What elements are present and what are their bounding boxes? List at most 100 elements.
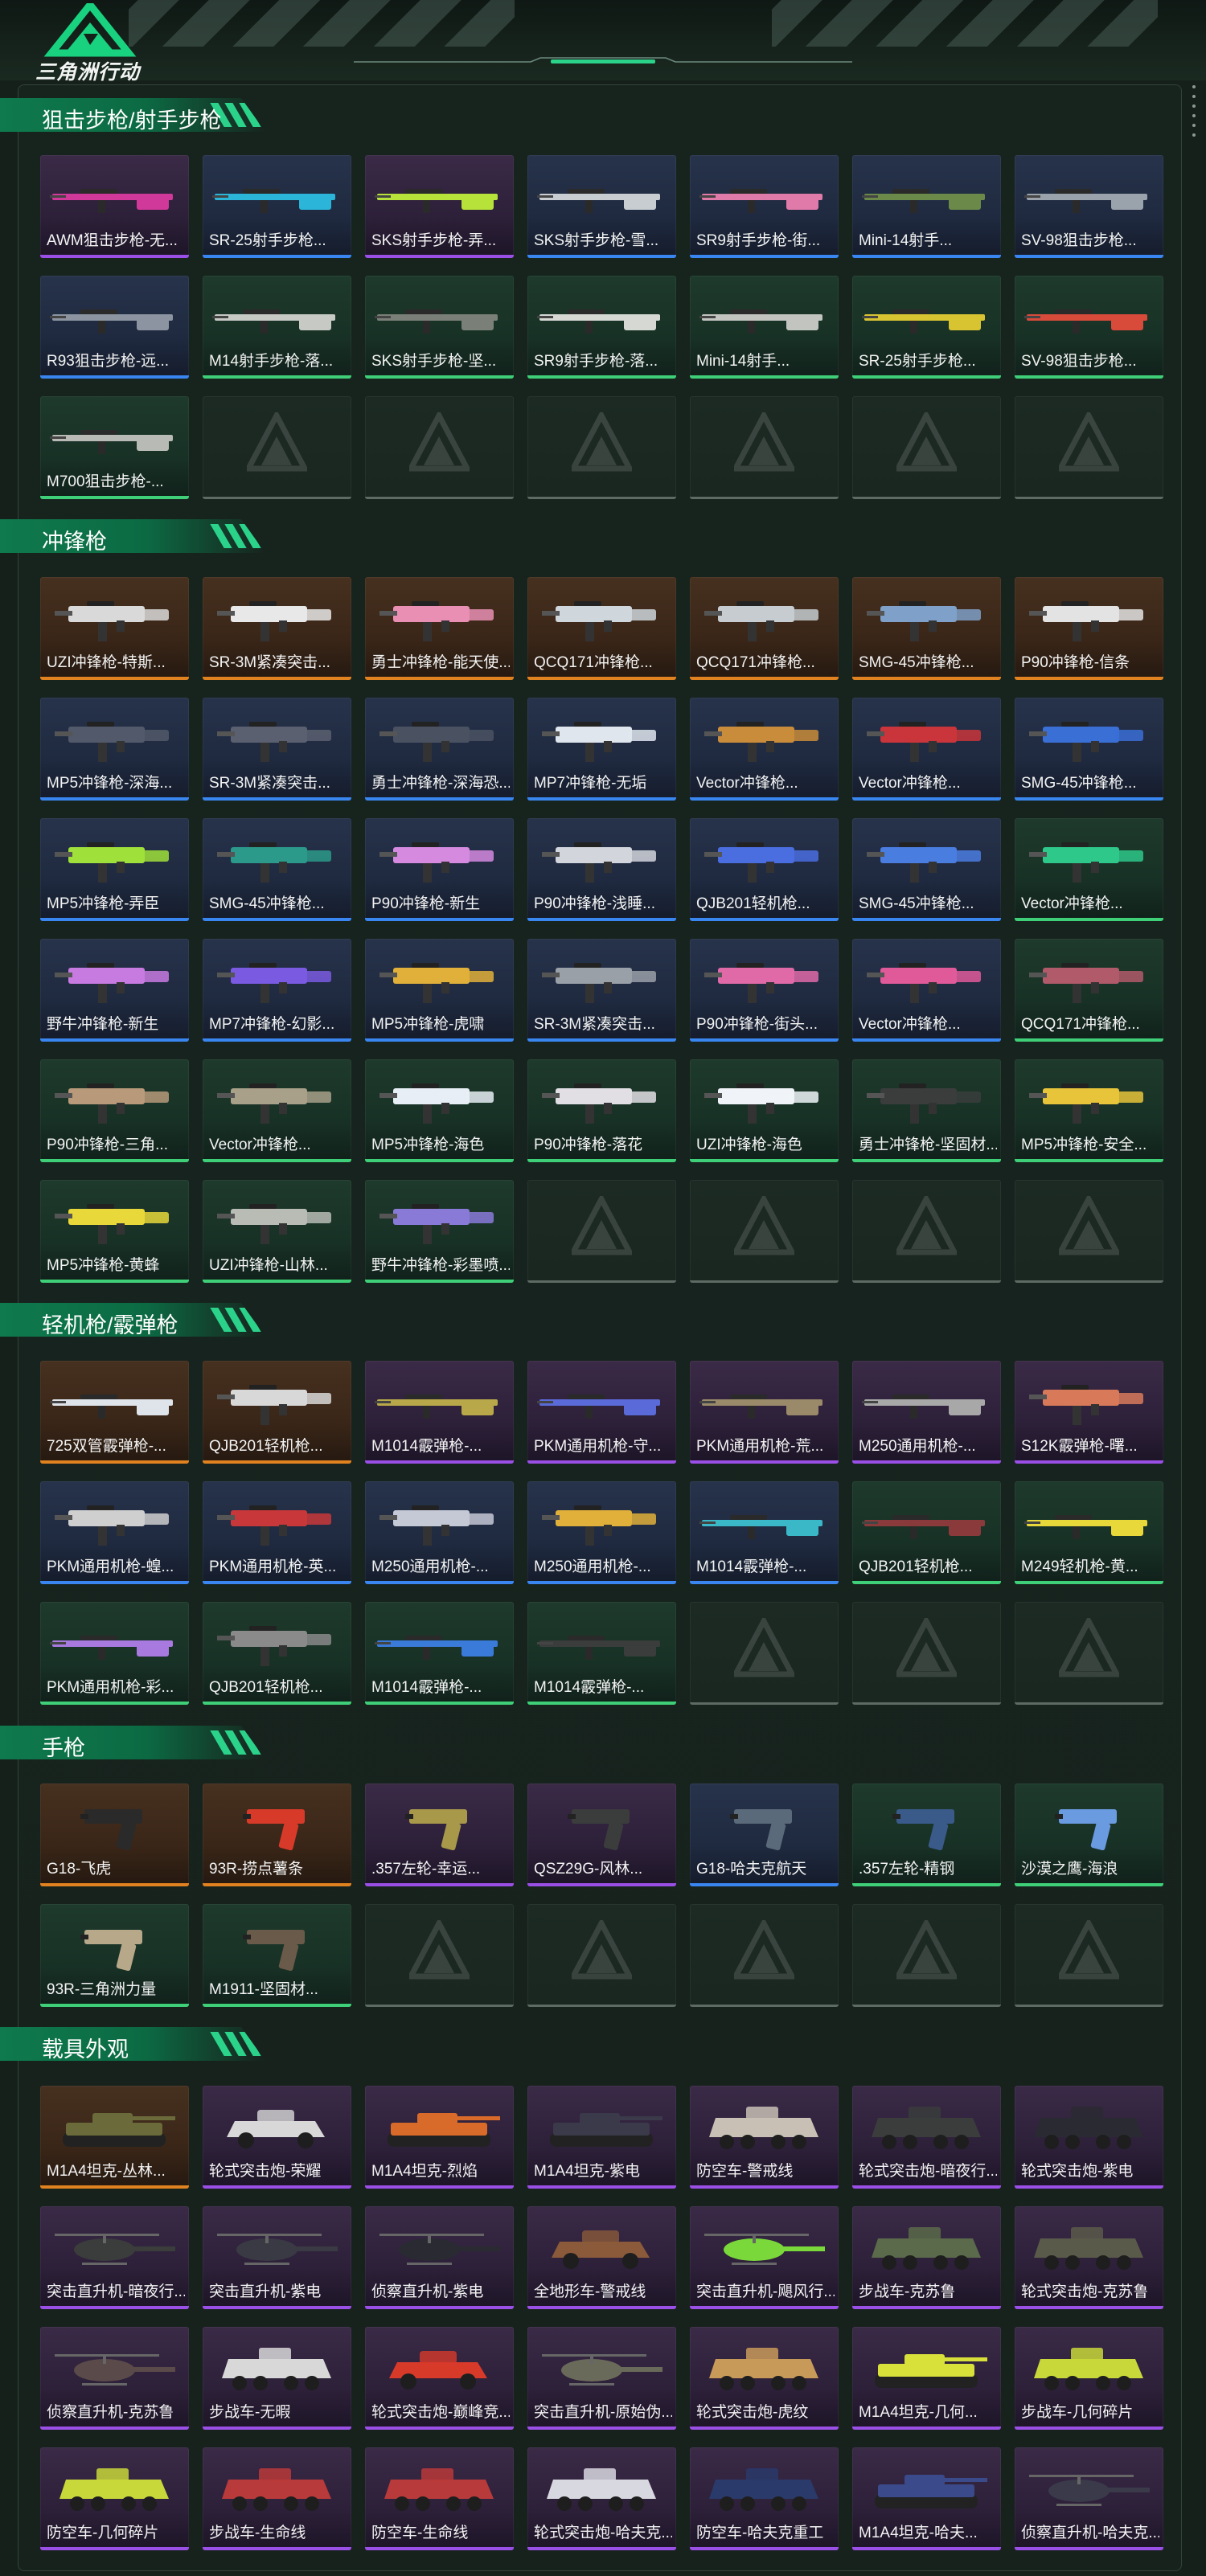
skin-card[interactable]: 轮式突击炮-紫电 bbox=[1015, 2086, 1163, 2189]
skin-card[interactable]: 全地形车-警戒线 bbox=[527, 2206, 676, 2309]
skin-card[interactable]: M1014霰弹枪-... bbox=[527, 1602, 676, 1705]
skin-card[interactable]: M1A4坦克-紫电 bbox=[527, 2086, 676, 2189]
skin-card[interactable]: 沙漠之鹰-海浪 bbox=[1015, 1784, 1163, 1886]
skin-card[interactable]: 轮式突击炮-暗夜行... bbox=[852, 2086, 1001, 2189]
skin-card[interactable]: 侦察直升机-哈夫克... bbox=[1015, 2447, 1163, 2550]
skin-card[interactable]: M1014霰弹枪-... bbox=[365, 1602, 514, 1705]
skin-card[interactable]: UZI冲锋枪-山林... bbox=[203, 1180, 351, 1283]
skin-card[interactable]: G18-哈夫克航天 bbox=[690, 1784, 839, 1886]
skin-card[interactable]: MP7冲锋枪-幻影... bbox=[203, 939, 351, 1042]
skin-card[interactable]: M1A4坦克-丛林... bbox=[40, 2086, 189, 2189]
skin-card[interactable]: QSZ29G-风林... bbox=[527, 1784, 676, 1886]
skin-card[interactable]: P90冲锋枪-浅睡... bbox=[527, 818, 676, 921]
scrollbar[interactable] bbox=[1190, 80, 1198, 153]
skin-card[interactable]: MP5冲锋枪-虎啸 bbox=[365, 939, 514, 1042]
skin-card[interactable]: M1A4坦克-烈焰 bbox=[365, 2086, 514, 2189]
skin-card[interactable]: UZI冲锋枪-海色 bbox=[690, 1059, 839, 1162]
skin-card[interactable]: SR-3M紧凑突击... bbox=[203, 577, 351, 680]
skin-card[interactable]: 突击直升机-飓风行... bbox=[690, 2206, 839, 2309]
skin-card[interactable]: 步战车-几何碎片 bbox=[1015, 2327, 1163, 2430]
skin-card[interactable]: PKM通用机枪-英... bbox=[203, 1481, 351, 1584]
skin-card[interactable]: 步战车-无暇 bbox=[203, 2327, 351, 2430]
skin-card[interactable]: 野牛冲锋枪-彩墨喷... bbox=[365, 1180, 514, 1283]
skin-card[interactable]: M249轻机枪-黄... bbox=[1015, 1481, 1163, 1584]
skin-card[interactable]: 93R-三角洲力量 bbox=[40, 1904, 189, 2007]
skin-card[interactable]: 侦察直升机-紫电 bbox=[365, 2206, 514, 2309]
skin-card[interactable]: M1014霰弹枪-... bbox=[365, 1361, 514, 1464]
skin-card[interactable]: MP5冲锋枪-深海... bbox=[40, 698, 189, 801]
skin-card[interactable]: SMG-45冲锋枪... bbox=[852, 577, 1001, 680]
skin-card[interactable]: 步战车-克苏鲁 bbox=[852, 2206, 1001, 2309]
skin-card[interactable]: P90冲锋枪-街头... bbox=[690, 939, 839, 1042]
skin-card[interactable]: 突击直升机-暗夜行... bbox=[40, 2206, 189, 2309]
skin-card[interactable]: SV-98狙击步枪... bbox=[1015, 276, 1163, 379]
skin-card[interactable]: 防空车-哈夫克重工 bbox=[690, 2447, 839, 2550]
skin-card[interactable]: QJB201轻机枪... bbox=[690, 818, 839, 921]
skin-card[interactable]: 轮式突击炮-虎纹 bbox=[690, 2327, 839, 2430]
skin-card[interactable]: QCQ171冲锋枪... bbox=[1015, 939, 1163, 1042]
skin-card[interactable]: 轮式突击炮-克苏鲁 bbox=[1015, 2206, 1163, 2309]
skin-card[interactable]: M1A4坦克-几何... bbox=[852, 2327, 1001, 2430]
skin-card[interactable]: Vector冲锋枪... bbox=[852, 939, 1001, 1042]
skin-card[interactable]: SMG-45冲锋枪... bbox=[1015, 698, 1163, 801]
skin-card[interactable]: PKM通用机枪-彩... bbox=[40, 1602, 189, 1705]
skin-card[interactable]: MP5冲锋枪-黄蜂 bbox=[40, 1180, 189, 1283]
skin-card[interactable]: PKM通用机枪-蝗... bbox=[40, 1481, 189, 1584]
skin-card[interactable]: Mini-14射手... bbox=[852, 155, 1001, 258]
skin-card[interactable]: MP5冲锋枪-安全... bbox=[1015, 1059, 1163, 1162]
skin-card[interactable]: SR9射手步枪-街... bbox=[690, 155, 839, 258]
skin-card[interactable]: M250通用机枪-... bbox=[365, 1481, 514, 1584]
skin-card[interactable]: SR-25射手步枪... bbox=[852, 276, 1001, 379]
skin-card[interactable]: M250通用机枪-... bbox=[527, 1481, 676, 1584]
skin-card[interactable]: SV-98狙击步枪... bbox=[1015, 155, 1163, 258]
skin-card[interactable]: 轮式突击炮-哈夫克... bbox=[527, 2447, 676, 2550]
skin-card[interactable]: QJB201轻机枪... bbox=[852, 1481, 1001, 1584]
skin-card[interactable]: 725双管霰弹枪-... bbox=[40, 1361, 189, 1464]
skin-card[interactable]: 突击直升机-原始伪... bbox=[527, 2327, 676, 2430]
skin-card[interactable]: P90冲锋枪-信条 bbox=[1015, 577, 1163, 680]
skin-card[interactable]: Vector冲锋枪... bbox=[690, 698, 839, 801]
skin-card[interactable]: SKS射手步枪-坚... bbox=[365, 276, 514, 379]
skin-card[interactable]: SR-3M紧凑突击... bbox=[527, 939, 676, 1042]
skin-card[interactable]: P90冲锋枪-落花 bbox=[527, 1059, 676, 1162]
skin-card[interactable]: SKS射手步枪-雪... bbox=[527, 155, 676, 258]
skin-card[interactable]: 勇士冲锋枪-深海恐... bbox=[365, 698, 514, 801]
skin-card[interactable]: .357左轮-精钢 bbox=[852, 1784, 1001, 1886]
skin-card[interactable]: M1014霰弹枪-... bbox=[690, 1481, 839, 1584]
skin-card[interactable]: Vector冲锋枪... bbox=[1015, 818, 1163, 921]
skin-card[interactable]: 防空车-几何碎片 bbox=[40, 2447, 189, 2550]
skin-card[interactable]: G18-飞虎 bbox=[40, 1784, 189, 1886]
skin-card[interactable]: QCQ171冲锋枪... bbox=[690, 577, 839, 680]
skin-card[interactable]: 防空车-生命线 bbox=[365, 2447, 514, 2550]
skin-card[interactable]: 防空车-警戒线 bbox=[690, 2086, 839, 2189]
skin-card[interactable]: M700狙击步枪-... bbox=[40, 396, 189, 499]
skin-card[interactable]: QJB201轻机枪... bbox=[203, 1602, 351, 1705]
skin-card[interactable]: 轮式突击炮-荣耀 bbox=[203, 2086, 351, 2189]
skin-card[interactable]: QJB201轻机枪... bbox=[203, 1361, 351, 1464]
skin-card[interactable]: 93R-捞点薯条 bbox=[203, 1784, 351, 1886]
skin-card[interactable]: P90冲锋枪-三角... bbox=[40, 1059, 189, 1162]
skin-card[interactable]: SMG-45冲锋枪... bbox=[852, 818, 1001, 921]
skin-card[interactable]: QCQ171冲锋枪... bbox=[527, 577, 676, 680]
skin-card[interactable]: R93狙击步枪-远... bbox=[40, 276, 189, 379]
skin-card[interactable]: AWM狙击步枪-无... bbox=[40, 155, 189, 258]
skin-card[interactable]: SMG-45冲锋枪... bbox=[203, 818, 351, 921]
skin-card[interactable]: SKS射手步枪-弄... bbox=[365, 155, 514, 258]
skin-card[interactable]: Vector冲锋枪... bbox=[852, 698, 1001, 801]
skin-card[interactable]: Vector冲锋枪... bbox=[203, 1059, 351, 1162]
skin-card[interactable]: 野牛冲锋枪-新生 bbox=[40, 939, 189, 1042]
skin-card[interactable]: M14射手步枪-落... bbox=[203, 276, 351, 379]
skin-card[interactable]: P90冲锋枪-新生 bbox=[365, 818, 514, 921]
skin-card[interactable]: 轮式突击炮-巅峰竞... bbox=[365, 2327, 514, 2430]
skin-card[interactable]: MP7冲锋枪-无垢 bbox=[527, 698, 676, 801]
skin-card[interactable]: 勇士冲锋枪-坚固材... bbox=[852, 1059, 1001, 1162]
skin-card[interactable]: PKM通用机枪-荒... bbox=[690, 1361, 839, 1464]
skin-card[interactable]: PKM通用机枪-守... bbox=[527, 1361, 676, 1464]
skin-card[interactable]: 勇士冲锋枪-能天使... bbox=[365, 577, 514, 680]
skin-card[interactable]: Mini-14射手... bbox=[690, 276, 839, 379]
skin-card[interactable]: M250通用机枪-... bbox=[852, 1361, 1001, 1464]
skin-card[interactable]: 步战车-生命线 bbox=[203, 2447, 351, 2550]
skin-card[interactable]: SR9射手步枪-落... bbox=[527, 276, 676, 379]
skin-card[interactable]: .357左轮-幸运... bbox=[365, 1784, 514, 1886]
skin-card[interactable]: M1A4坦克-哈夫... bbox=[852, 2447, 1001, 2550]
